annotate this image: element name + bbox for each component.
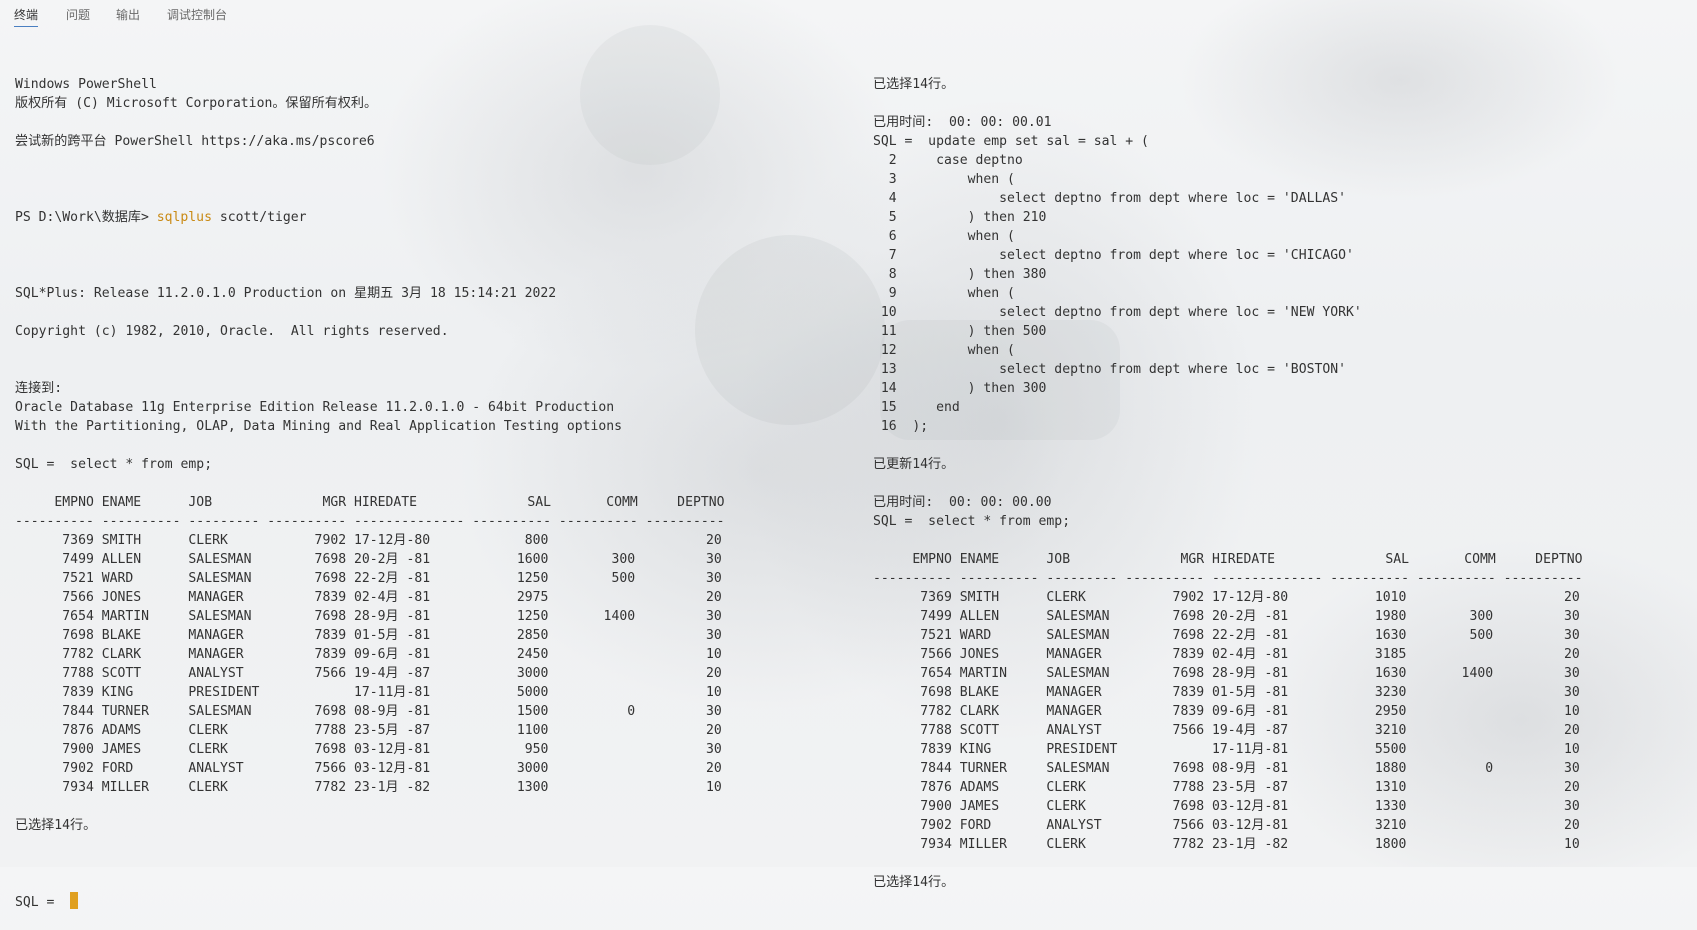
- tab-debug-console[interactable]: 调试控制台: [167, 6, 227, 26]
- terminal-line: 已选择14行。: [873, 77, 955, 92]
- terminal-line: 2 case deptno: [873, 153, 1023, 168]
- terminal-line: 7876 ADAMS CLERK 7788 23-5月 -87 1100 20: [15, 723, 722, 738]
- terminal-header-block: Windows PowerShell 版权所有 (C) Microsoft Cor…: [15, 75, 724, 170]
- terminal-line: SQL = select * from emp;: [873, 514, 1071, 529]
- terminal-line: SQL = select * from emp;: [15, 457, 213, 472]
- tab-terminal[interactable]: 终端: [14, 6, 39, 27]
- prompt-args: scott/tiger: [211, 210, 307, 225]
- terminal-line: 7844 TURNER SALESMAN 7698 08-9月 -81 1880…: [873, 761, 1580, 776]
- terminal-line: SQL = update emp set sal = sal + (: [873, 134, 1149, 149]
- terminal-line: 8 ) then 380: [873, 267, 1047, 282]
- terminal-line: 7839 KING PRESIDENT 17-11月-81 5000 10: [15, 685, 722, 700]
- terminal-line: 7369 SMITH CLERK 7902 17-12月-80 800 20: [15, 533, 722, 548]
- terminal-line: ---------- ---------- --------- --------…: [873, 571, 1583, 586]
- terminal-line: SQL*Plus: Release 11.2.0.1.0 Production …: [15, 286, 557, 301]
- terminal-line: 7934 MILLER CLERK 7782 23-1月 -82 1800 10: [873, 837, 1580, 852]
- terminal-output-block: SQL*Plus: Release 11.2.0.1.0 Production …: [15, 265, 724, 854]
- terminal-line: 9 when (: [873, 286, 1015, 301]
- prompt-path: PS D:\Work\数据库>: [15, 210, 157, 225]
- terminal-line: EMPNO ENAME JOB MGR HIREDATE SAL COMM DE…: [15, 495, 725, 510]
- terminal-line: 7369 SMITH CLERK 7902 17-12月-80 1010 20: [873, 590, 1580, 605]
- terminal-line: 7698 BLAKE MANAGER 7839 01-5月 -81 3230 3…: [873, 685, 1580, 700]
- terminal-line: 7654 MARTIN SALESMAN 7698 28-9月 -81 1250…: [15, 609, 722, 624]
- terminal-line: 已用时间: 00: 00: 00.00: [873, 495, 1052, 510]
- terminal-line: 5 ) then 210: [873, 210, 1047, 225]
- terminal-line: 7900 JAMES CLERK 7698 03-12月-81 1330 30: [873, 799, 1580, 814]
- terminal-line: 7902 FORD ANALYST 7566 03-12月-81 3210 20: [873, 818, 1580, 833]
- terminal-line: Copyright (c) 1982, 2010, Oracle. All ri…: [15, 324, 449, 339]
- terminal-line: 7839 KING PRESIDENT 17-11月-81 5500 10: [873, 742, 1580, 757]
- tab-problems[interactable]: 问题: [66, 6, 90, 26]
- terminal-line: 7566 JONES MANAGER 7839 02-4月 -81 3185 2…: [873, 647, 1580, 662]
- terminal-line: 已用时间: 00: 00: 00.01: [873, 115, 1052, 130]
- terminal-line: 连接到:: [15, 381, 63, 396]
- terminal-line: 16 );: [873, 419, 929, 434]
- terminal-line: 6 when (: [873, 229, 1015, 244]
- terminal-line: 7900 JAMES CLERK 7698 03-12月-81 950 30: [15, 742, 722, 757]
- terminal-line: 11 ) then 500: [873, 324, 1047, 339]
- terminal-line: 7654 MARTIN SALESMAN 7698 28-9月 -81 1630…: [873, 666, 1580, 681]
- terminal-line: 7876 ADAMS CLERK 7788 23-5月 -87 1310 20: [873, 780, 1580, 795]
- terminal-line: With the Partitioning, OLAP, Data Mining…: [15, 419, 622, 434]
- terminal-line: 7698 BLAKE MANAGER 7839 01-5月 -81 2850 3…: [15, 628, 722, 643]
- terminal-line: 13 select deptno from dept where loc = '…: [873, 362, 1346, 377]
- terminal-line: 7934 MILLER CLERK 7782 23-1月 -82 1300 10: [15, 780, 722, 795]
- terminal-line: 已更新14行。: [873, 457, 955, 472]
- terminal-line: 7782 CLARK MANAGER 7839 09-6月 -81 2950 1…: [873, 704, 1580, 719]
- terminal-line: 7521 WARD SALESMAN 7698 22-2月 -81 1250 5…: [15, 571, 722, 586]
- text-cursor: [70, 892, 79, 909]
- terminal-line: 12 when (: [873, 343, 1015, 358]
- terminal-line: 7788 SCOTT ANALYST 7566 19-4月 -87 3210 2…: [873, 723, 1580, 738]
- terminal-line: Oracle Database 11g Enterprise Edition R…: [15, 400, 615, 415]
- terminal-line: Windows PowerShell: [15, 77, 157, 92]
- sql-input-prompt: SQL =: [15, 895, 71, 910]
- terminal-line: ---------- ---------- --------- --------…: [15, 514, 725, 529]
- terminal-line: 7844 TURNER SALESMAN 7698 08-9月 -81 1500…: [15, 704, 722, 719]
- terminal-line: 4 select deptno from dept where loc = 'D…: [873, 191, 1346, 206]
- terminal-left-pane[interactable]: Windows PowerShell 版权所有 (C) Microsoft Cor…: [15, 37, 724, 930]
- terminal-line: 10 select deptno from dept where loc = '…: [873, 305, 1362, 320]
- panel-tab-bar: 终端 问题 输出 调试控制台: [0, 0, 1697, 28]
- tab-output[interactable]: 输出: [116, 6, 140, 26]
- prompt-command: sqlplus: [156, 210, 212, 225]
- terminal-line: 7788 SCOTT ANALYST 7566 19-4月 -87 3000 2…: [15, 666, 722, 681]
- terminal-output-block: 已选择14行。 已用时间: 00: 00: 00.01 SQL = update e…: [873, 75, 1582, 892]
- terminal-line: 7499 ALLEN SALESMAN 7698 20-2月 -81 1600 …: [15, 552, 722, 567]
- terminal-line: 7902 FORD ANALYST 7566 03-12月-81 3000 20: [15, 761, 722, 776]
- terminal-line: 已选择14行。: [15, 818, 97, 833]
- sql-input-line[interactable]: SQL =: [15, 892, 724, 911]
- terminal-line: 7521 WARD SALESMAN 7698 22-2月 -81 1630 5…: [873, 628, 1580, 643]
- terminal-line: 尝试新的跨平台 PowerShell https://aka.ms/pscore…: [15, 134, 375, 149]
- terminal-line: 3 when (: [873, 172, 1015, 187]
- terminal-line: 7 select deptno from dept where loc = 'C…: [873, 248, 1354, 263]
- terminal-line: 7782 CLARK MANAGER 7839 09-6月 -81 2450 1…: [15, 647, 722, 662]
- terminal-line: 7566 JONES MANAGER 7839 02-4月 -81 2975 2…: [15, 590, 722, 605]
- terminal-line: 已选择14行。: [873, 875, 955, 890]
- terminal-line: 版权所有 (C) Microsoft Corporation。保留所有权利。: [15, 96, 378, 111]
- terminal-prompt-line: PS D:\Work\数据库> sqlplus scott/tiger: [15, 208, 724, 227]
- terminal-line: 14 ) then 300: [873, 381, 1047, 396]
- terminal-line: 7499 ALLEN SALESMAN 7698 20-2月 -81 1980 …: [873, 609, 1580, 624]
- terminal-line: EMPNO ENAME JOB MGR HIREDATE SAL COMM DE…: [873, 552, 1583, 567]
- terminal-line: 15 end: [873, 400, 960, 415]
- terminal-right-pane[interactable]: 已选择14行。 已用时间: 00: 00: 00.01 SQL = update e…: [873, 37, 1582, 911]
